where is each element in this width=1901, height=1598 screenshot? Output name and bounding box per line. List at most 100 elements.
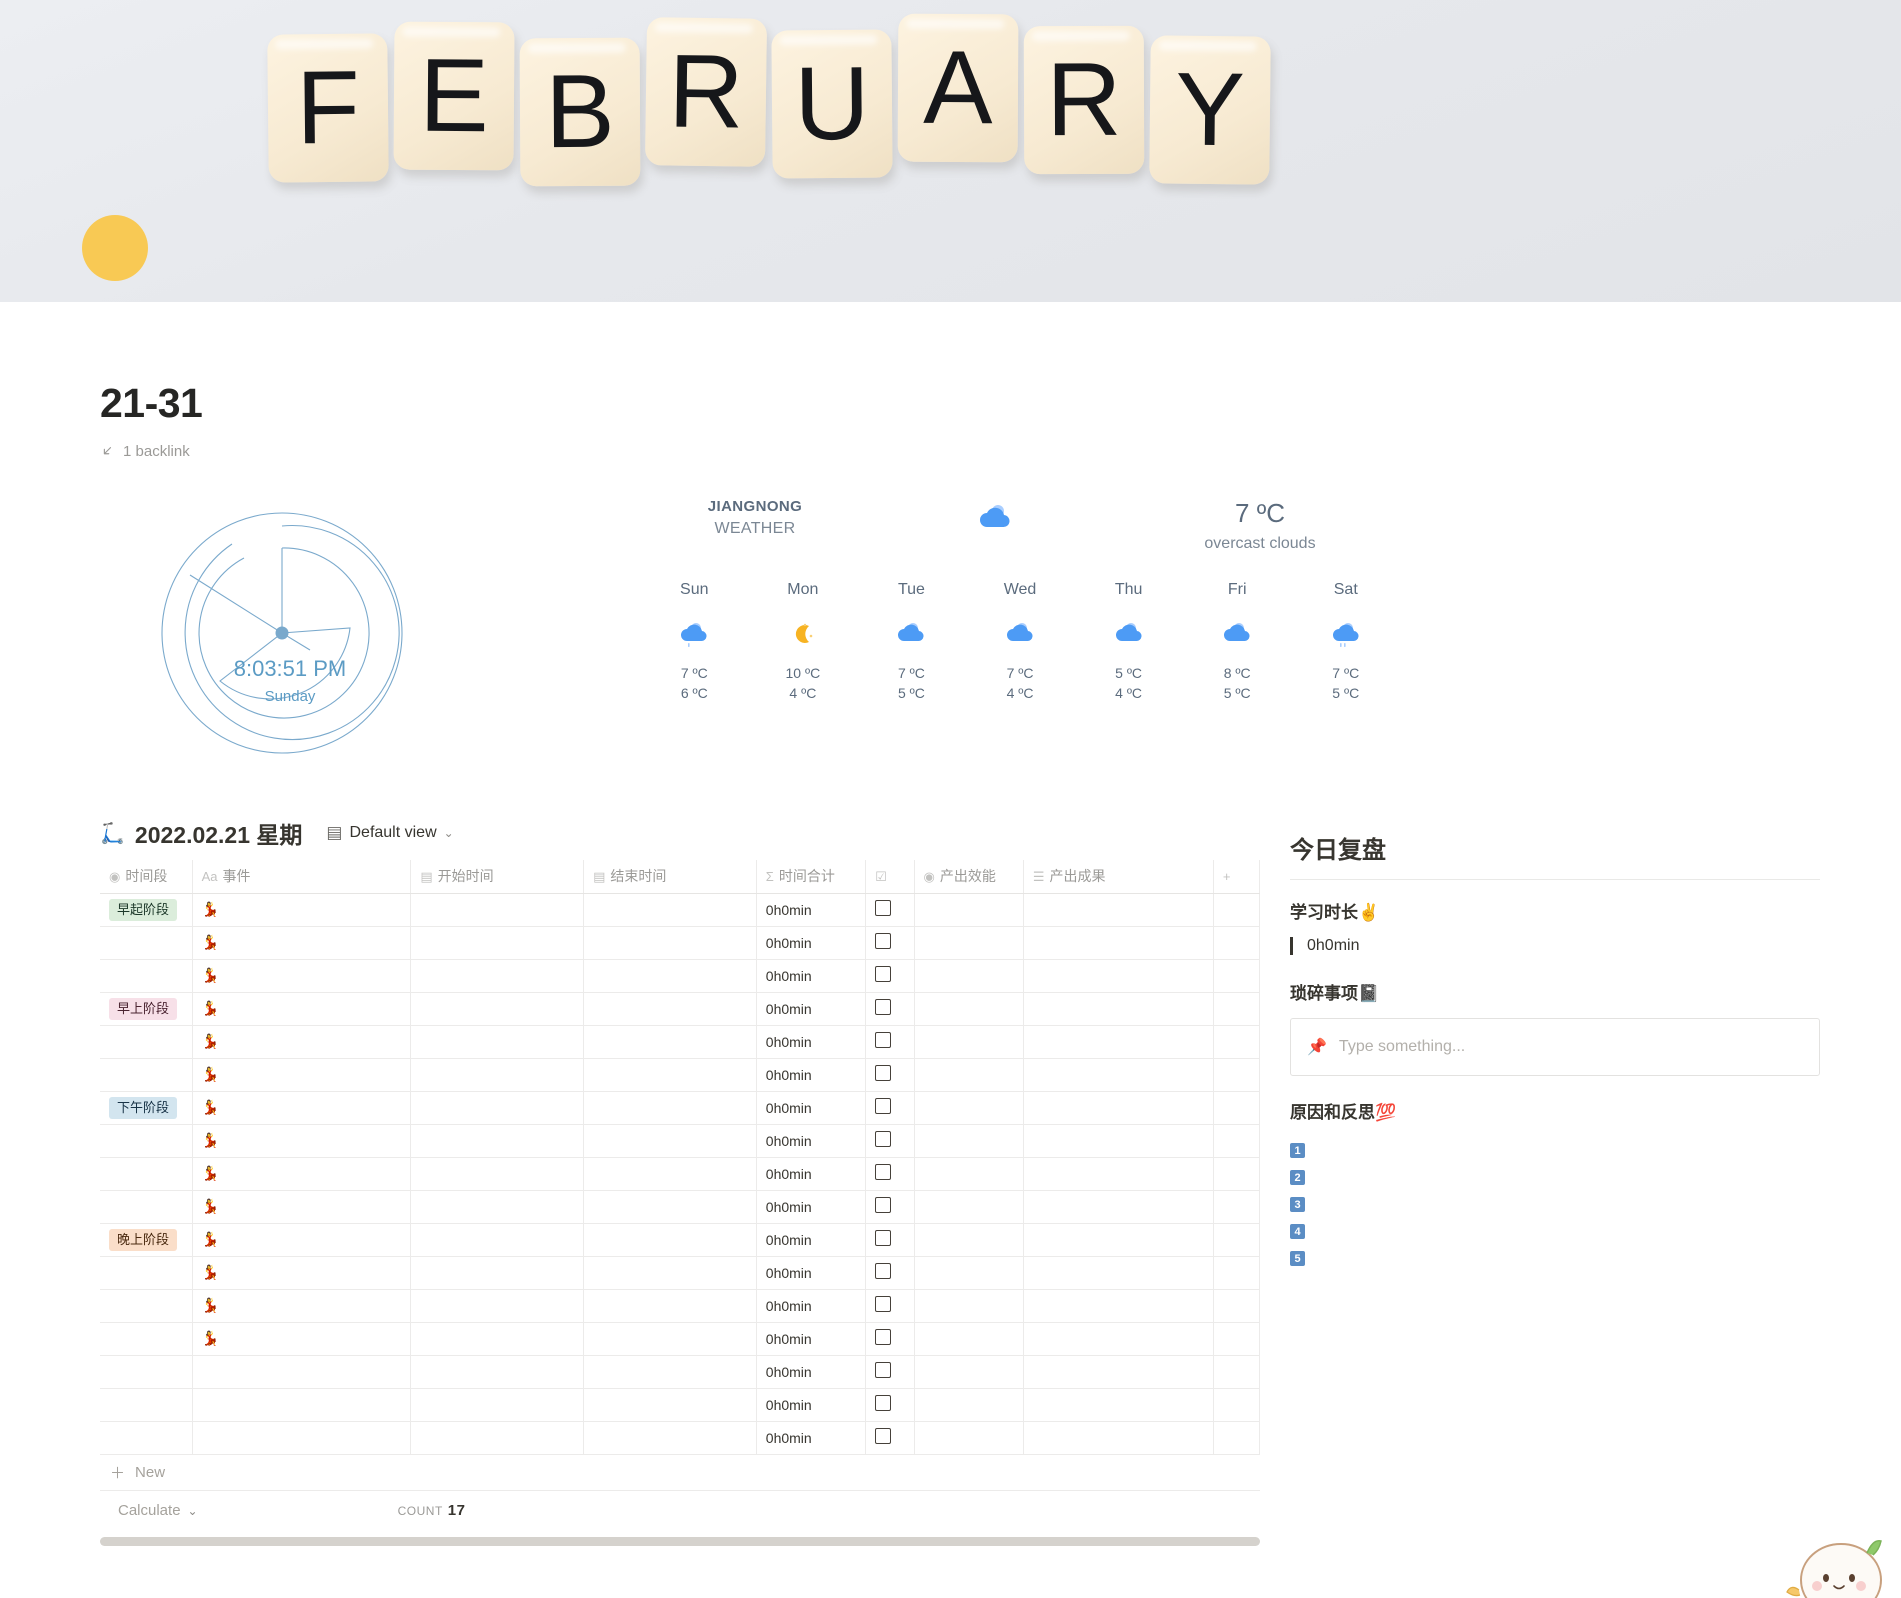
checkbox-cell[interactable] <box>865 1025 915 1059</box>
list-item[interactable]: 1 <box>1290 1137 1820 1164</box>
efficiency-cell[interactable] <box>914 1124 1024 1158</box>
checkbox-cell[interactable] <box>865 1256 915 1290</box>
checkbox-icon[interactable] <box>875 1197 892 1213</box>
start-cell[interactable] <box>410 1091 585 1125</box>
efficiency-cell[interactable] <box>914 1421 1024 1455</box>
checkbox-cell[interactable] <box>865 992 915 1026</box>
table-row[interactable]: 早上阶段 💃 0h0min <box>100 992 1261 1026</box>
event-cell[interactable]: 💃 <box>202 1198 219 1214</box>
end-cell[interactable] <box>583 1256 757 1290</box>
end-cell[interactable] <box>583 1025 757 1059</box>
start-cell[interactable] <box>410 1421 585 1455</box>
output-cell[interactable] <box>1023 1124 1214 1158</box>
column-header-time-total[interactable]: Σ 时间合计 <box>756 860 867 894</box>
backlink[interactable]: 1 backlink <box>100 443 1901 460</box>
efficiency-cell[interactable] <box>914 1289 1024 1323</box>
column-header-output[interactable]: ☰ 产出成果 <box>1023 860 1214 894</box>
misc-items-input[interactable]: 📌 Type something... <box>1290 1018 1820 1076</box>
start-cell[interactable] <box>410 992 585 1026</box>
list-item[interactable]: 5 <box>1290 1245 1820 1272</box>
event-cell[interactable]: 💃 <box>202 1264 219 1280</box>
database-title[interactable]: 2022.02.21 星期 <box>135 816 303 850</box>
output-cell[interactable] <box>1023 1289 1214 1323</box>
table-row[interactable]: 💃 0h0min <box>100 926 1261 960</box>
end-cell[interactable] <box>583 992 757 1026</box>
efficiency-cell[interactable] <box>914 1223 1024 1257</box>
table-row[interactable]: 💃 0h0min <box>100 1058 1261 1092</box>
checkbox-icon[interactable] <box>875 1065 892 1081</box>
start-cell[interactable] <box>410 1157 585 1191</box>
column-header-checkbox[interactable]: ☑ <box>865 860 915 894</box>
end-cell[interactable] <box>583 1157 757 1191</box>
event-cell[interactable]: 💃 <box>202 1231 219 1247</box>
end-cell[interactable] <box>583 1091 757 1125</box>
efficiency-cell[interactable] <box>914 1157 1024 1191</box>
add-column-button[interactable]: + <box>1213 860 1261 894</box>
checkbox-icon[interactable] <box>875 933 892 949</box>
efficiency-cell[interactable] <box>914 1388 1024 1422</box>
output-cell[interactable] <box>1023 1256 1214 1290</box>
output-cell[interactable] <box>1023 1388 1214 1422</box>
start-cell[interactable] <box>410 1355 585 1389</box>
checkbox-icon[interactable] <box>875 1131 892 1147</box>
event-cell[interactable]: 💃 <box>202 1132 219 1148</box>
start-cell[interactable] <box>410 1388 585 1422</box>
column-header-end-time[interactable]: ▤ 结束时间 <box>583 860 757 894</box>
table-row[interactable]: 💃 0h0min <box>100 1256 1261 1290</box>
checkbox-icon[interactable] <box>875 1395 892 1411</box>
event-cell[interactable]: 💃 <box>202 1099 219 1115</box>
checkbox-cell[interactable] <box>865 1124 915 1158</box>
checkbox-cell[interactable] <box>865 1355 915 1389</box>
end-cell[interactable] <box>583 1223 757 1257</box>
output-cell[interactable] <box>1023 1322 1214 1356</box>
table-row[interactable]: 0h0min <box>100 1388 1261 1422</box>
checkbox-icon[interactable] <box>875 1032 892 1048</box>
checkbox-cell[interactable] <box>865 1421 915 1455</box>
table-row[interactable]: 💃 0h0min <box>100 1124 1261 1158</box>
efficiency-cell[interactable] <box>914 1058 1024 1092</box>
event-cell[interactable]: 💃 <box>202 1165 219 1181</box>
end-cell[interactable] <box>583 959 757 993</box>
event-cell[interactable]: 💃 <box>202 1330 219 1346</box>
new-row-button[interactable]: ＋ New <box>100 1455 1260 1491</box>
table-row[interactable]: 下午阶段 💃 0h0min <box>100 1091 1261 1125</box>
row-count[interactable]: COUNT 17 <box>398 1502 466 1519</box>
output-cell[interactable] <box>1023 992 1214 1026</box>
table-row[interactable]: 💃 0h0min <box>100 959 1261 993</box>
checkbox-cell[interactable] <box>865 1322 915 1356</box>
start-cell[interactable] <box>410 1289 585 1323</box>
checkbox-cell[interactable] <box>865 959 915 993</box>
page-icon[interactable] <box>82 215 148 281</box>
checkbox-cell[interactable] <box>865 1058 915 1092</box>
table-row[interactable]: 💃 0h0min <box>100 1025 1261 1059</box>
start-cell[interactable] <box>410 926 585 960</box>
table-row[interactable]: 0h0min <box>100 1421 1261 1455</box>
start-cell[interactable] <box>410 959 585 993</box>
checkbox-cell[interactable] <box>865 1091 915 1125</box>
tag-cell[interactable]: 早起阶段 <box>109 898 178 921</box>
end-cell[interactable] <box>583 893 757 927</box>
event-cell[interactable]: 💃 <box>202 967 219 983</box>
checkbox-icon[interactable] <box>875 1296 892 1312</box>
table-row[interactable]: 晚上阶段 💃 0h0min <box>100 1223 1261 1257</box>
start-cell[interactable] <box>410 1256 585 1290</box>
list-item[interactable]: 2 <box>1290 1164 1820 1191</box>
start-cell[interactable] <box>410 1124 585 1158</box>
checkbox-icon[interactable] <box>875 999 892 1015</box>
start-cell[interactable] <box>410 1223 585 1257</box>
event-cell[interactable]: 💃 <box>202 1297 219 1313</box>
table-row[interactable]: 💃 0h0min <box>100 1322 1261 1356</box>
table-row[interactable]: 0h0min <box>100 1355 1261 1389</box>
end-cell[interactable] <box>583 1190 757 1224</box>
output-cell[interactable] <box>1023 1223 1214 1257</box>
checkbox-cell[interactable] <box>865 1190 915 1224</box>
checkbox-icon[interactable] <box>875 966 892 982</box>
checkbox-icon[interactable] <box>875 1164 892 1180</box>
event-cell[interactable]: 💃 <box>202 1000 219 1016</box>
output-cell[interactable] <box>1023 1190 1214 1224</box>
checkbox-icon[interactable] <box>875 1329 892 1345</box>
end-cell[interactable] <box>583 1355 757 1389</box>
checkbox-icon[interactable] <box>875 1098 892 1114</box>
efficiency-cell[interactable] <box>914 893 1024 927</box>
column-header-event[interactable]: Aa 事件 <box>192 860 412 894</box>
